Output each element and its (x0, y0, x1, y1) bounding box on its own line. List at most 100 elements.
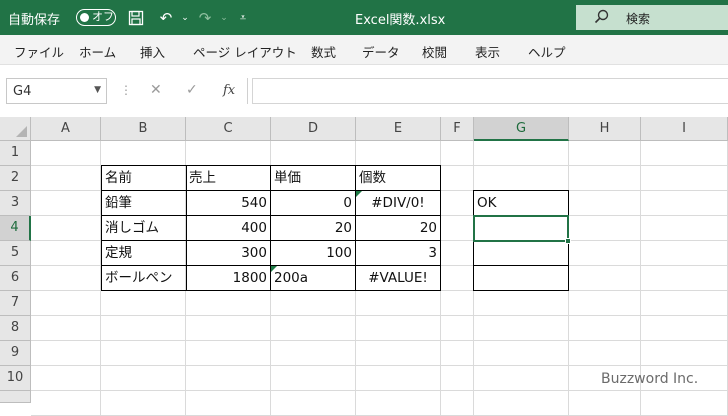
grid-cell[interactable] (271, 391, 356, 416)
name-box[interactable]: G4 ▼ (6, 78, 107, 104)
cell-g3[interactable]: OK (473, 190, 569, 216)
row-header-11[interactable] (0, 391, 31, 403)
cell-d6[interactable]: 200a (271, 266, 356, 291)
grid-cell[interactable] (356, 141, 441, 166)
tab-data[interactable]: データ (362, 42, 400, 61)
search-box[interactable]: 検索 (576, 5, 728, 30)
row-header-8[interactable]: 8 (0, 316, 31, 341)
cell-c4[interactable]: 400 (186, 216, 271, 241)
grid-cell[interactable] (441, 391, 474, 416)
active-cell-outline[interactable] (473, 215, 571, 244)
grid-cell[interactable] (31, 366, 101, 391)
error-indicator-icon[interactable] (271, 266, 277, 272)
grid-cell[interactable] (569, 391, 641, 416)
column-header-d[interactable]: D (271, 117, 356, 141)
grid-cell[interactable] (569, 316, 641, 341)
grid-cell[interactable] (641, 141, 728, 166)
grid-cell[interactable] (441, 241, 474, 266)
grid-cell[interactable] (641, 316, 728, 341)
grid-cell[interactable] (441, 141, 474, 166)
autosave-toggle[interactable]: オフ (76, 9, 116, 26)
grid-cell[interactable] (31, 166, 101, 191)
grid-cell[interactable] (101, 141, 186, 166)
cell-b3[interactable]: 鉛筆 (101, 191, 187, 216)
grid-cell[interactable] (356, 316, 441, 341)
tab-formulas[interactable]: 数式 (311, 42, 336, 61)
grid-cell[interactable] (474, 291, 569, 316)
grid-cell[interactable] (31, 391, 101, 416)
tab-help[interactable]: ヘルプ (528, 42, 566, 61)
row-header-9[interactable]: 9 (0, 341, 31, 366)
cell-b2[interactable]: 名前 (101, 165, 187, 191)
grid-cell[interactable] (101, 291, 186, 316)
grid-cell[interactable] (441, 291, 474, 316)
grid-cell[interactable] (474, 316, 569, 341)
select-all-button[interactable] (0, 117, 31, 141)
undo-dropdown-icon[interactable]: ⌄ (174, 7, 196, 29)
grid-cell[interactable] (441, 266, 474, 291)
grid-cell[interactable] (186, 141, 271, 166)
grid-cell[interactable] (101, 316, 186, 341)
cell-g6[interactable] (473, 266, 569, 291)
row-header-2[interactable]: 2 (0, 166, 31, 191)
cell-d3[interactable]: 0 (271, 191, 356, 216)
customize-toolbar-icon[interactable]: ⩡ (232, 7, 254, 29)
grid-cell[interactable] (569, 241, 641, 266)
grid-cell[interactable] (474, 366, 569, 391)
grid-cell[interactable] (641, 266, 728, 291)
grid-cell[interactable] (441, 191, 474, 216)
row-header-4[interactable]: 4 (0, 216, 31, 241)
enter-icon[interactable]: ✓ (186, 82, 198, 98)
grid-cell[interactable] (441, 166, 474, 191)
grid-cell[interactable] (641, 341, 728, 366)
grid-cell[interactable] (356, 291, 441, 316)
row-header-3[interactable]: 3 (0, 191, 31, 216)
tab-file[interactable]: ファイル (14, 42, 64, 61)
grid-cell[interactable] (474, 341, 569, 366)
grid-cell[interactable] (474, 141, 569, 166)
grid-cell[interactable] (641, 191, 728, 216)
tab-review[interactable]: 校閲 (422, 42, 447, 61)
cell-e2[interactable]: 個数 (356, 165, 441, 191)
grid-cell[interactable] (271, 316, 356, 341)
grid-cell[interactable] (356, 391, 441, 416)
grid-cell[interactable] (101, 391, 186, 416)
grid-cell[interactable] (474, 166, 569, 191)
cell-e3[interactable]: #DIV/0! (356, 191, 441, 216)
grid-cell[interactable] (474, 391, 569, 416)
grid-cell[interactable] (569, 216, 641, 241)
grid-cell[interactable] (441, 316, 474, 341)
grid-cell[interactable] (569, 266, 641, 291)
cell-g5[interactable] (473, 241, 569, 266)
row-header-5[interactable]: 5 (0, 241, 31, 266)
cell-e4[interactable]: 20 (356, 216, 441, 241)
row-header-10[interactable]: 10 (0, 366, 31, 391)
grid-cell[interactable] (101, 341, 186, 366)
grid-cell[interactable] (186, 366, 271, 391)
row-header-6[interactable]: 6 (0, 266, 31, 291)
cell-b5[interactable]: 定規 (101, 241, 187, 266)
tab-home[interactable]: ホーム (79, 42, 116, 61)
column-header-c[interactable]: C (186, 117, 271, 141)
insert-function-icon[interactable]: fx (223, 83, 235, 98)
cell-c2[interactable]: 売上 (186, 165, 271, 191)
column-header-g[interactable]: G (474, 117, 569, 141)
grid-cell[interactable] (186, 341, 271, 366)
grid-cell[interactable] (186, 391, 271, 416)
row-header-1[interactable]: 1 (0, 141, 31, 166)
grid-cell[interactable] (31, 216, 101, 241)
grid-cell[interactable] (31, 266, 101, 291)
grid-cell[interactable] (186, 316, 271, 341)
grid-cell[interactable] (641, 216, 728, 241)
error-indicator-icon[interactable] (356, 191, 362, 197)
row-header-7[interactable]: 7 (0, 291, 31, 316)
cell-c3[interactable]: 540 (186, 191, 271, 216)
grid-cell[interactable] (271, 291, 356, 316)
formula-input[interactable] (252, 78, 728, 104)
column-header-e[interactable]: E (356, 117, 441, 141)
grid-cell[interactable] (31, 291, 101, 316)
grid-cell[interactable] (641, 291, 728, 316)
grid-cell[interactable] (356, 341, 441, 366)
cancel-icon[interactable]: ✕ (150, 82, 162, 98)
cell-c6[interactable]: 1800 (186, 266, 271, 291)
